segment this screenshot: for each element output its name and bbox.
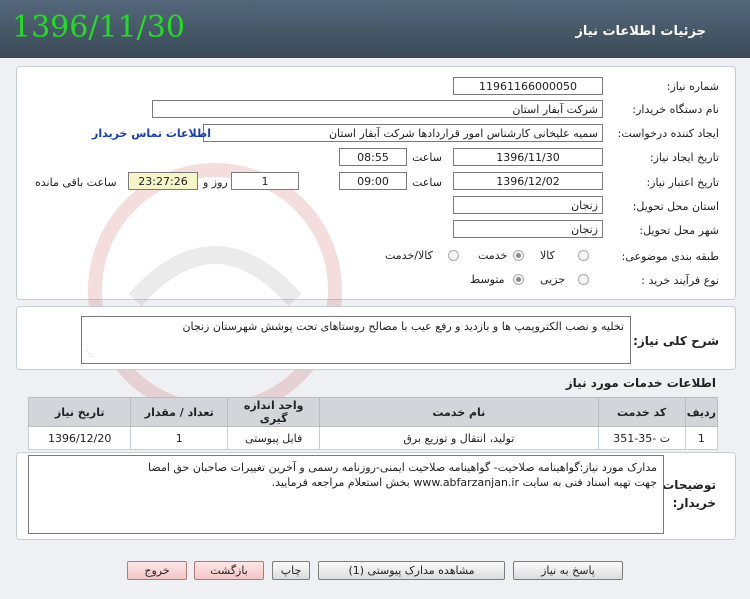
- category-goods-radio[interactable]: [578, 250, 589, 261]
- buyer-notes-label-1: توضیحات: [662, 478, 716, 492]
- page-title: جزئیات اطلاعات نیاز: [575, 24, 706, 39]
- resize-grip-icon: ⋰: [85, 349, 93, 358]
- col-row-number: ردیف: [684, 397, 719, 427]
- category-service-label: خدمت: [478, 249, 508, 262]
- requester-field: سمیه علیخانی کارشناس امور قراردادها شرکت…: [203, 124, 603, 142]
- process-minor-label: جزیی: [540, 273, 566, 286]
- buyer-notes-label-2: خریدار:: [672, 496, 716, 510]
- table-row: 1 ت -35-351 تولید، انتقال و توزیع برق فا…: [27, 426, 719, 450]
- cell-quantity: 1: [130, 426, 229, 450]
- city-field: زنجان: [453, 220, 603, 238]
- remaining-days-field: 1: [231, 172, 299, 190]
- category-label: طبقه بندی موضوعی:: [621, 250, 719, 263]
- need-number-label: شماره نیاز:: [666, 80, 719, 93]
- buyer-contact-link[interactable]: اطلاعات تماس خریدار: [92, 127, 211, 140]
- buyer-notes-textarea: مدارک مورد نیاز:گواهینامه صلاحیت- گواهین…: [28, 455, 664, 534]
- reply-button[interactable]: پاسخ به نیاز: [513, 561, 623, 580]
- description-label: شرح کلی نیاز:: [633, 334, 719, 348]
- view-attachments-button[interactable]: مشاهده مدارک پیوستی (1): [318, 561, 505, 580]
- description-text: تخلیه و نصب الکتروپمپ ها و بازدید و رفع …: [182, 320, 624, 333]
- days-label: روز و: [203, 176, 228, 189]
- process-type-label: نوع فرآیند خرید :: [641, 274, 719, 287]
- validity-time-field: 09:00: [339, 172, 407, 190]
- created-time-label: ساعت: [412, 151, 442, 164]
- cell-row-number: 1: [684, 426, 719, 450]
- services-title: اطلاعات خدمات مورد نیاز: [565, 376, 716, 390]
- created-time-field: 08:55: [339, 148, 407, 166]
- category-goods-service-label: کالا/خدمت: [385, 249, 433, 262]
- category-goods-service-radio[interactable]: [448, 250, 459, 261]
- header-date: 1396/11/30: [12, 10, 185, 45]
- created-date-field: 1396/11/30: [453, 148, 603, 166]
- requester-label: ایجاد کننده درخواست:: [617, 127, 719, 140]
- need-number-field: 11961166000050: [453, 77, 603, 95]
- remaining-time-field: 23:27:26: [128, 172, 198, 190]
- description-textarea: تخلیه و نصب الکتروپمپ ها و بازدید و رفع …: [81, 316, 631, 364]
- buyer-notes-line-1: مدارک مورد نیاز:گواهینامه صلاحیت- گواهین…: [148, 461, 657, 474]
- process-medium-radio[interactable]: [513, 274, 524, 285]
- process-minor-radio[interactable]: [578, 274, 589, 285]
- buyer-org-field: شرکت آبفار استان: [152, 100, 603, 118]
- cell-unit: فایل پیوستی: [227, 426, 321, 450]
- buyer-notes-line-2: جهت تهیه اسناد فنی به سایت www.abfarzanj…: [271, 476, 657, 489]
- buyer-org-label: نام دستگاه خریدار:: [632, 103, 719, 116]
- services-header-row: ردیف کد خدمت نام خدمت واحد اندازه گیری ت…: [27, 397, 719, 427]
- province-field: زنجان: [453, 196, 603, 214]
- validity-time-label: ساعت: [412, 176, 442, 189]
- created-date-label: تاریخ ایجاد نیاز:: [649, 151, 719, 164]
- validity-date-label: تاریخ اعتبار نیاز:: [646, 176, 719, 189]
- exit-button[interactable]: خروج: [127, 561, 187, 580]
- cell-need-date: 1396/12/20: [27, 426, 132, 450]
- city-label: شهر محل تحویل:: [639, 224, 719, 237]
- col-quantity: تعداد / مقدار: [130, 397, 229, 427]
- col-service-code: کد خدمت: [597, 397, 686, 427]
- print-button[interactable]: چاپ: [272, 561, 310, 580]
- col-service-name: نام خدمت: [319, 397, 599, 427]
- remaining-label: ساعت باقی مانده: [35, 176, 117, 189]
- category-service-radio[interactable]: [513, 250, 524, 261]
- province-label: استان محل تحویل:: [632, 200, 719, 213]
- cell-service-name: تولید، انتقال و توزیع برق: [319, 426, 599, 450]
- category-goods-label: کالا: [540, 249, 555, 262]
- col-unit: واحد اندازه گیری: [227, 397, 321, 427]
- cell-service-code: ت -35-351: [597, 426, 686, 450]
- services-table: ردیف کد خدمت نام خدمت واحد اندازه گیری ت…: [27, 397, 719, 450]
- back-button[interactable]: بازگشت: [194, 561, 264, 580]
- col-need-date: تاریخ نیاز: [27, 397, 132, 427]
- title-bar: 1396/11/30 جزئیات اطلاعات نیاز: [0, 0, 750, 58]
- process-medium-label: متوسط: [470, 273, 505, 286]
- validity-date-field: 1396/12/02: [453, 172, 603, 190]
